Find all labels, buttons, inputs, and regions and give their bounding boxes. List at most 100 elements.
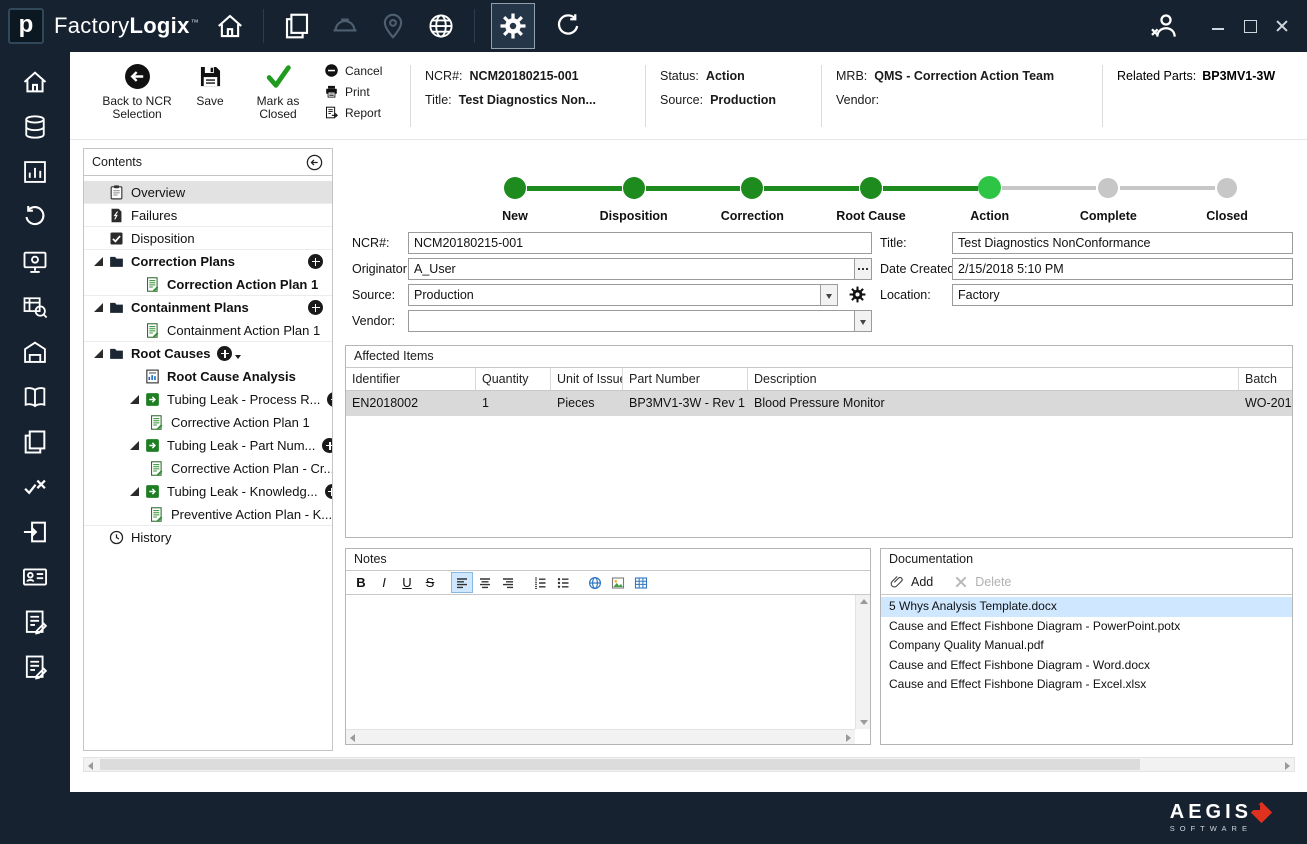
nav-transfer-icon[interactable] xyxy=(21,518,49,546)
vendor-select[interactable] xyxy=(408,310,872,332)
nav-home-icon[interactable] xyxy=(21,68,49,96)
underline-button[interactable]: U xyxy=(396,572,418,593)
nav-warehouse-icon[interactable] xyxy=(21,338,49,366)
delete-document-button[interactable]: Delete xyxy=(975,575,1011,589)
horizontal-scrollbar[interactable] xyxy=(83,757,1295,772)
nav-station-icon[interactable] xyxy=(21,248,49,276)
add-button[interactable] xyxy=(217,346,233,361)
add-document-button[interactable]: Add xyxy=(911,575,933,589)
add-button[interactable] xyxy=(308,254,323,269)
bold-button[interactable]: B xyxy=(350,572,372,593)
notes-vertical-scrollbar[interactable] xyxy=(855,595,870,729)
align-right-button[interactable] xyxy=(497,572,519,593)
align-center-button[interactable] xyxy=(474,572,496,593)
history-icon[interactable] xyxy=(553,11,583,41)
strikethrough-button[interactable]: S xyxy=(419,572,441,593)
expander-icon[interactable] xyxy=(130,441,139,450)
list-item[interactable]: Cause and Effect Fishbone Diagram - Powe… xyxy=(881,617,1292,637)
numbered-list-button[interactable] xyxy=(529,572,551,593)
originator-browse-button[interactable] xyxy=(854,259,871,279)
add-button[interactable] xyxy=(322,438,332,453)
affected-items-panel: Affected Items Identifier Quantity Unit … xyxy=(345,345,1293,538)
list-item[interactable]: 5 Whys Analysis Template.docx xyxy=(881,597,1292,617)
source-select[interactable]: Production xyxy=(408,284,838,306)
nav-analytics-icon[interactable] xyxy=(21,158,49,186)
tree-item-tubing-leak-knowledge[interactable]: Tubing Leak - Knowledg... xyxy=(84,480,332,503)
step-new: New xyxy=(502,171,528,237)
expander-icon[interactable] xyxy=(94,257,103,266)
tree-item-containment-action-plan-1[interactable]: Containment Action Plan 1 xyxy=(84,319,332,342)
nav-documents-icon[interactable] xyxy=(21,428,49,456)
tree-item-preventive-action-plan-k[interactable]: Preventive Action Plan - K... xyxy=(84,503,332,526)
paperclip-icon[interactable] xyxy=(889,574,905,590)
nav-database-icon[interactable] xyxy=(21,113,49,141)
expander-icon[interactable] xyxy=(130,487,139,496)
list-item[interactable]: Cause and Effect Fishbone Diagram - Word… xyxy=(881,656,1292,676)
add-button[interactable] xyxy=(308,300,323,315)
notes-editor[interactable] xyxy=(346,595,870,744)
home-icon[interactable] xyxy=(215,11,245,41)
back-to-ncr-selection-button[interactable]: Back to NCR Selection xyxy=(98,52,176,121)
add-menu-caret-icon[interactable] xyxy=(235,355,242,359)
align-left-button[interactable] xyxy=(451,572,473,593)
tree-item-disposition[interactable]: Disposition xyxy=(84,227,332,250)
expander-icon[interactable] xyxy=(94,349,103,358)
maximize-button[interactable] xyxy=(1239,16,1261,36)
hyperlink-globe-button[interactable] xyxy=(584,572,606,593)
tree-item-correction-plans[interactable]: Correction Plans xyxy=(84,250,332,273)
nav-notes2-icon[interactable] xyxy=(21,653,49,681)
list-item[interactable]: Cause and Effect Fishbone Diagram - Exce… xyxy=(881,675,1292,695)
add-button[interactable] xyxy=(324,484,332,499)
hardhat-icon[interactable] xyxy=(330,11,360,41)
save-button[interactable]: Save xyxy=(190,52,230,108)
tree-item-corrective-action-plan-1[interactable]: Corrective Action Plan 1 xyxy=(84,411,332,434)
ncr-input[interactable] xyxy=(408,232,872,254)
title-input[interactable] xyxy=(952,232,1293,254)
dropdown-arrow-icon[interactable] xyxy=(820,285,837,305)
cancel-button[interactable]: Cancel xyxy=(324,63,390,78)
scrollbar-thumb[interactable] xyxy=(100,759,1140,770)
expander-icon[interactable] xyxy=(130,395,139,404)
nav-history-icon[interactable] xyxy=(21,203,49,231)
report-button[interactable]: Report xyxy=(324,105,390,120)
insert-image-button[interactable] xyxy=(607,572,629,593)
nav-quality-icon[interactable] xyxy=(21,473,49,501)
tree-item-failures[interactable]: Failures xyxy=(84,204,332,227)
source-settings-gear-icon[interactable] xyxy=(848,285,867,304)
nav-lookup-icon[interactable] xyxy=(21,293,49,321)
nav-library-icon[interactable] xyxy=(21,383,49,411)
tree-item-history[interactable]: History xyxy=(84,526,332,549)
tree-item-containment-plans[interactable]: Containment Plans xyxy=(84,296,332,319)
user-signout-icon[interactable] xyxy=(1147,10,1181,42)
date-created-input[interactable] xyxy=(952,258,1293,280)
nav-badge-icon[interactable] xyxy=(21,563,49,591)
list-item[interactable]: Company Quality Manual.pdf xyxy=(881,636,1292,656)
expander-icon[interactable] xyxy=(94,303,103,312)
minimize-button[interactable] xyxy=(1207,16,1229,36)
insert-table-button[interactable] xyxy=(630,572,652,593)
tree-item-tubing-leak-part[interactable]: Tubing Leak - Part Num... xyxy=(84,434,332,457)
bullet-list-button[interactable] xyxy=(552,572,574,593)
location-pin-icon[interactable] xyxy=(378,11,408,41)
mark-as-closed-button[interactable]: Mark as Closed xyxy=(246,52,310,121)
tree-item-root-cause-analysis[interactable]: Root Cause Analysis xyxy=(84,365,332,388)
location-input[interactable] xyxy=(952,284,1293,306)
documents-icon[interactable] xyxy=(282,11,312,41)
tree-item-tubing-leak-process[interactable]: Tubing Leak - Process R... xyxy=(84,388,332,411)
dropdown-arrow-icon[interactable] xyxy=(854,311,871,331)
tree-item-overview[interactable]: Overview xyxy=(84,181,332,204)
tree-item-root-causes[interactable]: Root Causes xyxy=(84,342,332,365)
settings-tab-active[interactable] xyxy=(490,3,535,49)
tree-item-corrective-action-plan-cr[interactable]: Corrective Action Plan - Cr... xyxy=(84,457,332,480)
tree-item-correction-action-plan-1[interactable]: Correction Action Plan 1 xyxy=(84,273,332,296)
globe-icon[interactable] xyxy=(426,11,456,41)
originator-input[interactable] xyxy=(409,259,854,279)
notes-horizontal-scrollbar[interactable] xyxy=(346,729,855,744)
italic-button[interactable]: I xyxy=(373,572,395,593)
print-button[interactable]: Print xyxy=(324,84,390,99)
table-row[interactable]: EN2018002 1 Pieces BP3MV1-3W - Rev 1 Blo… xyxy=(346,391,1292,416)
add-button[interactable] xyxy=(327,392,332,407)
nav-notes-icon[interactable] xyxy=(21,608,49,636)
collapse-panel-icon[interactable] xyxy=(305,153,324,172)
close-button[interactable] xyxy=(1271,16,1293,36)
